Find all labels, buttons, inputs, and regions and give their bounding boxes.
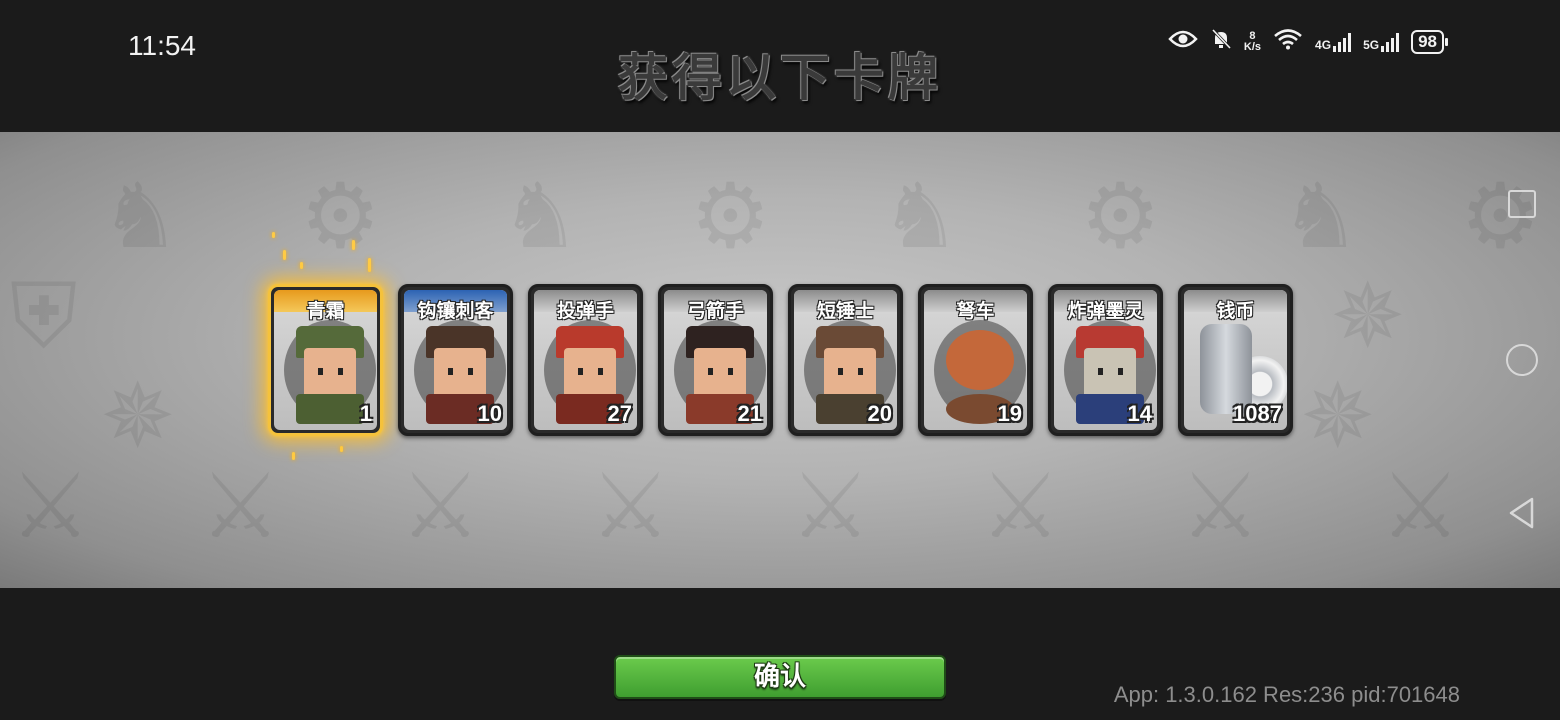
character-face	[304, 348, 356, 398]
gear-emblem-icon: ⚙	[300, 164, 381, 269]
gear-emblem-icon: ⚙	[690, 164, 771, 269]
horse-emblem-icon: ♞	[100, 164, 181, 269]
character-face	[1084, 348, 1136, 398]
horse-emblem-icon: ♞	[500, 164, 581, 269]
character-face	[824, 348, 876, 398]
reward-card[interactable]: 青霜 1	[268, 284, 383, 436]
card-inner: 钱币 1087	[1184, 290, 1287, 430]
reward-card[interactable]: 钩镶刺客 10	[398, 284, 513, 436]
card-count: 19	[997, 401, 1022, 426]
card-inner: 青霜 1	[274, 290, 377, 430]
gear-emblem-icon: ⚙	[1080, 164, 1161, 269]
sword-emblem-icon: ⚔	[400, 454, 481, 559]
character-eye	[728, 368, 733, 375]
card-name: 弩车	[956, 300, 995, 322]
reward-card[interactable]: 弩车 19	[918, 284, 1033, 436]
horse-emblem-icon: ♞	[880, 164, 961, 269]
character-eye	[338, 368, 343, 375]
sword-emblem-icon: ⚔	[590, 454, 671, 559]
page-title: 获得以下卡牌	[618, 49, 942, 107]
sparkle-effect	[352, 240, 355, 250]
character-eye	[838, 368, 843, 375]
card-count: 1087	[1233, 401, 1282, 426]
card-count: 10	[477, 401, 502, 426]
character-eye	[1118, 368, 1123, 375]
sparkle-effect	[292, 452, 295, 460]
card-name: 炸弹墨灵	[1067, 300, 1144, 322]
home-button[interactable]	[1506, 344, 1538, 376]
card-inner: 投弹手 27	[534, 290, 637, 430]
sparkle-effect	[300, 262, 303, 269]
sparkle-effect	[272, 232, 275, 238]
sparkle-effect	[283, 250, 286, 260]
character-eye	[858, 368, 863, 375]
character-body	[296, 394, 364, 424]
horse-emblem-icon: ♞	[1280, 164, 1361, 269]
reward-card[interactable]: 短锤士 20	[788, 284, 903, 436]
card-inner: 弩车 19	[924, 290, 1027, 430]
shield-emblem-icon: ⛨	[10, 264, 78, 369]
card-count: 14	[1127, 401, 1152, 426]
card-name: 弓箭手	[686, 300, 744, 322]
card-count: 1	[359, 401, 372, 426]
sword-emblem-icon: ⚔	[200, 454, 281, 559]
reward-card[interactable]: 投弹手 27	[528, 284, 643, 436]
card-inner: 钩镶刺客 10	[404, 290, 507, 430]
sword-emblem-icon: ⚔	[980, 454, 1061, 559]
character-face	[564, 348, 616, 398]
character-eye	[468, 368, 473, 375]
card-inner: 炸弹墨灵 14	[1054, 290, 1157, 430]
confirm-button[interactable]: 确认	[614, 655, 946, 699]
card-inner: 弓箭手 21	[664, 290, 767, 430]
star-emblem-icon: ✵	[100, 364, 176, 469]
card-name: 青霜	[306, 300, 345, 322]
reward-card[interactable]: 钱币 1087	[1178, 284, 1293, 436]
sword-emblem-icon: ⚔	[10, 454, 91, 559]
recent-apps-button[interactable]	[1508, 190, 1536, 218]
card-list: 青霜 1 钩镶刺客 10 投弹手 27 弓箭手 21 短锤士 20 弩车 19 …	[268, 284, 1293, 436]
character-eye	[598, 368, 603, 375]
reward-card[interactable]: 弓箭手 21	[658, 284, 773, 436]
star-emblem-icon: ✵	[1300, 364, 1376, 469]
character-face	[694, 348, 746, 398]
character-eye	[708, 368, 713, 375]
card-name: 钱币	[1216, 300, 1255, 322]
star-emblem-icon: ✵	[1330, 264, 1406, 369]
card-inner: 短锤士 20	[794, 290, 897, 430]
card-count: 21	[737, 401, 762, 426]
sword-emblem-icon: ⚔	[1180, 454, 1261, 559]
crossbow-cart-body	[946, 330, 1014, 390]
character-eye	[578, 368, 583, 375]
reward-card[interactable]: 炸弹墨灵 14	[1048, 284, 1163, 436]
character-eye	[448, 368, 453, 375]
card-name: 钩镶刺客	[417, 300, 494, 322]
back-arrow-icon	[1509, 497, 1534, 529]
card-name: 短锤士	[816, 300, 874, 322]
sword-emblem-icon: ⚔	[790, 454, 871, 559]
character-eye	[1098, 368, 1103, 375]
sparkle-effect	[340, 446, 343, 452]
sparkle-effect	[368, 258, 371, 272]
card-name: 投弹手	[556, 300, 614, 322]
back-button[interactable]	[1506, 496, 1538, 529]
sword-emblem-icon: ⚔	[1380, 454, 1461, 559]
character-face	[434, 348, 486, 398]
version-info: App: 1.3.0.162 Res:236 pid:701648	[1113, 682, 1460, 707]
card-count: 27	[607, 401, 632, 426]
card-count: 20	[867, 401, 892, 426]
character-eye	[318, 368, 323, 375]
